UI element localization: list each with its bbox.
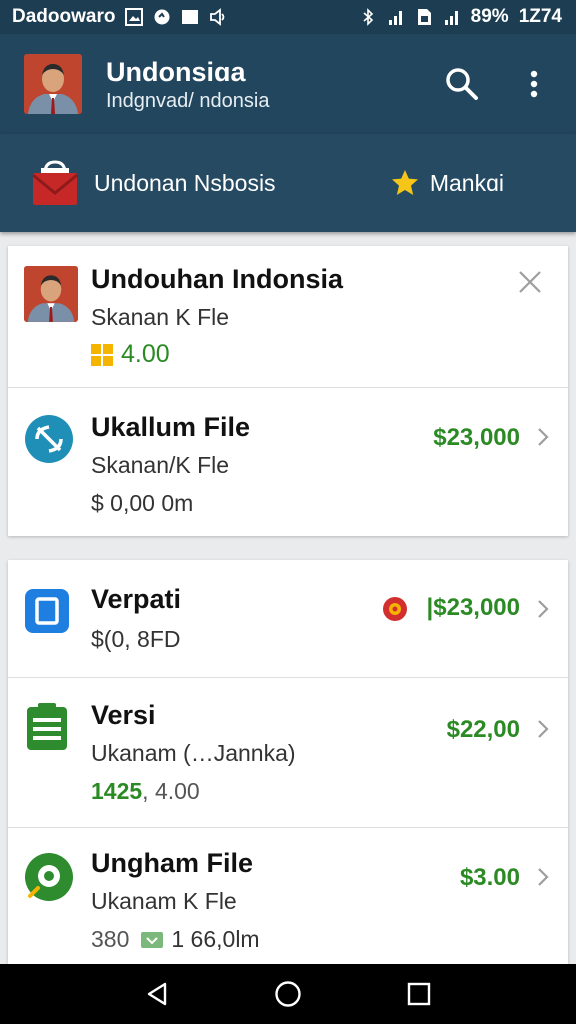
more-vert-icon	[530, 70, 538, 98]
list-item[interactable]: Undouhan Indonsia Skanan K Fle 4.00	[8, 246, 568, 388]
signal-icon-2	[444, 11, 458, 25]
battery-level: 89%	[470, 6, 509, 27]
sync-off-icon	[25, 415, 73, 463]
volume-icon	[210, 8, 225, 26]
item-price: $22,00	[446, 716, 520, 743]
app-bar: Undonsiɑa Indgnvad/ ndonsia	[0, 34, 576, 134]
avatar-portrait-icon	[24, 54, 82, 114]
item-detail-count: 380	[91, 926, 130, 952]
avatar[interactable]	[24, 54, 82, 114]
app-subtitle: Indgnvad/ ndonsia	[106, 89, 270, 112]
list-item[interactable]: Ukallum File Skanan/K Fle $ 0,00 0m $23,…	[8, 388, 568, 536]
download-card-1: Undouhan Indonsia Skanan K Fle 4.00 Ukal…	[8, 246, 568, 536]
shopping-bag-mail-icon	[32, 160, 78, 205]
home-button[interactable]	[271, 977, 305, 1011]
back-icon	[148, 982, 167, 1006]
item-detail: $ 0,00 0m	[91, 490, 194, 516]
tab-downloads-label: Undonan Nsbosis	[94, 169, 276, 196]
item-price: |$23,000	[426, 594, 520, 621]
chevron-right-icon	[538, 600, 549, 618]
tab-downloads[interactable]: Undonan Nsbosis	[30, 159, 276, 207]
rating-value: 4.00	[121, 340, 170, 368]
message-icon	[182, 10, 199, 24]
signal-icon	[388, 11, 402, 25]
whatsapp-icon	[154, 9, 170, 25]
chevron-right-icon	[538, 428, 549, 446]
item-price: $23,000	[433, 424, 520, 451]
clipboard-list-icon	[27, 703, 67, 750]
list-item[interactable]: Ungham File Ukanam K Fle 380 1 66,0lm $3…	[8, 828, 568, 964]
clock: 1Z74	[518, 6, 562, 27]
item-detail-count: 1425	[91, 778, 143, 804]
item-detail-value: , 4.00	[142, 778, 200, 804]
star-icon	[391, 170, 418, 195]
recents-icon	[407, 982, 430, 1006]
navigation-bar	[0, 964, 576, 1024]
item-subtitle: Ukanam (…Jannka)	[91, 740, 296, 766]
search-button[interactable]	[440, 62, 484, 106]
chevron-right-icon	[538, 868, 549, 886]
close-icon[interactable]	[518, 270, 542, 294]
download-tag-icon	[141, 931, 164, 948]
tab-favorites[interactable]: Mankɑi	[390, 168, 504, 198]
item-subtitle: $(0, 8FD	[91, 626, 181, 652]
download-card-2: Verpati $(0, 8FD |$23,000 Versi Ukanam (…	[8, 560, 568, 964]
carrier-name: Dadoowaro	[12, 6, 116, 27]
item-title: Undouhan Indonsia	[91, 264, 343, 294]
bluetooth-icon	[363, 8, 373, 26]
list-item[interactable]: Versi Ukanam (…Jannka) 1425, 4.00 $22,00	[8, 678, 568, 828]
search-icon	[446, 68, 478, 100]
recents-button[interactable]	[402, 977, 436, 1011]
app-title: Undonsiɑa	[106, 56, 246, 87]
item-title: Ungham File	[91, 848, 254, 878]
tab-favorites-label: Mankɑi	[429, 169, 504, 196]
home-icon	[275, 981, 301, 1007]
item-detail: 380 1 66,0lm	[91, 926, 260, 953]
avatar-portrait-icon	[24, 266, 78, 322]
chevron-right-icon	[538, 720, 549, 738]
item-detail-value: 1 66,0lm	[171, 926, 260, 952]
sim-icon	[417, 9, 431, 25]
app-square-icon	[25, 589, 69, 633]
status-bar: Dadoowaro 89% 1Z74	[0, 0, 576, 34]
item-price: $3.00	[459, 864, 520, 891]
list-item[interactable]: Verpati $(0, 8FD |$23,000	[8, 560, 568, 678]
tab-bar: Undonan Nsbosis Mankɑi	[0, 134, 576, 232]
item-title: Versi	[91, 700, 156, 730]
refresh-badge-icon	[25, 853, 73, 901]
item-title: Verpati	[91, 584, 182, 614]
item-rating: 4.00	[91, 340, 170, 369]
item-avatar	[24, 266, 78, 322]
back-button[interactable]	[140, 977, 174, 1011]
gallery-icon	[125, 8, 144, 26]
item-subtitle: Skanan K Fle	[91, 304, 230, 330]
overflow-menu-button[interactable]	[512, 62, 556, 106]
gear-badge-icon	[383, 597, 407, 621]
item-subtitle: Ukanam K Fle	[91, 888, 237, 914]
item-title: Ukallum File	[91, 412, 251, 442]
item-subtitle: Skanan/K Fle	[91, 452, 230, 478]
item-detail: 1425, 4.00	[91, 778, 200, 805]
grid-tile-icon	[91, 343, 113, 366]
